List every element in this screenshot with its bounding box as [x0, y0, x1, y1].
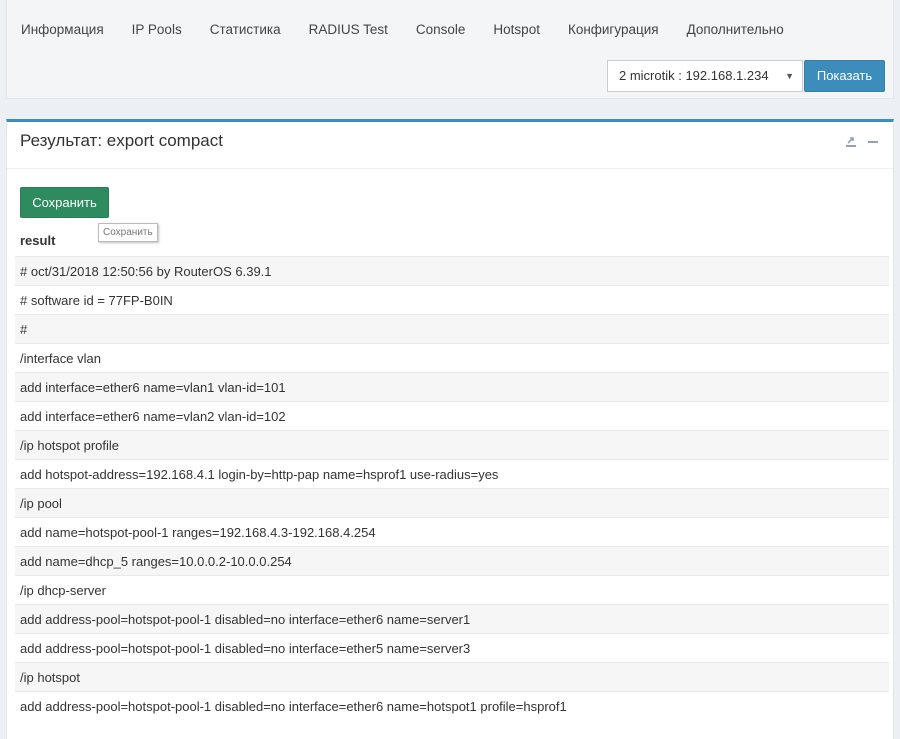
- table-row: add hotspot-address=192.168.4.1 login-by…: [15, 459, 889, 488]
- router-select-value: 2 microtik : 192.168.1.234: [619, 68, 769, 83]
- table-row: /ip hotspot profile: [15, 430, 889, 459]
- minus-icon[interactable]: [867, 136, 879, 148]
- tab-statistics[interactable]: Статистика: [196, 0, 295, 60]
- table-row: #: [15, 314, 889, 343]
- table-row: /ip dhcp-server: [15, 575, 889, 604]
- table-row: add interface=ether6 name=vlan1 vlan-id=…: [15, 372, 889, 401]
- table-row: add address-pool=hotspot-pool-1 disabled…: [15, 633, 889, 662]
- table-row: # oct/31/2018 12:50:56 by RouterOS 6.39.…: [15, 256, 889, 285]
- tab-hotspot[interactable]: Hotspot: [479, 0, 554, 60]
- table-row: add address-pool=hotspot-pool-1 disabled…: [15, 604, 889, 633]
- table-row: /interface vlan: [15, 343, 889, 372]
- save-button[interactable]: Сохранить: [20, 187, 109, 218]
- table-row: add name=hotspot-pool-1 ranges=192.168.4…: [15, 517, 889, 546]
- tab-info[interactable]: Информация: [7, 0, 118, 60]
- export-icon[interactable]: [845, 136, 857, 148]
- chevron-down-icon: ▼: [785, 71, 794, 81]
- panel-tools: [845, 136, 879, 148]
- router-select[interactable]: 2 microtik : 192.168.1.234 ▼: [607, 60, 803, 92]
- panel-header: Результат: export compact: [7, 122, 893, 169]
- tab-console[interactable]: Console: [402, 0, 480, 60]
- tab-additional[interactable]: Дополнительно: [673, 0, 798, 60]
- tab-configuration[interactable]: Конфигурация: [554, 0, 673, 60]
- table-row: add name=dhcp_5 ranges=10.0.0.2-10.0.0.2…: [15, 546, 889, 575]
- table-row: add interface=ether6 name=vlan2 vlan-id=…: [15, 401, 889, 430]
- panel-title: Результат: export compact: [20, 131, 223, 150]
- table-row: /ip pool: [15, 488, 889, 517]
- tab-radius-test[interactable]: RADIUS Test: [295, 0, 402, 60]
- top-toolbar: Информация IP Pools Статистика RADIUS Te…: [6, 0, 894, 99]
- table-row: /ip hotspot: [15, 662, 889, 691]
- nav-tabs: Информация IP Pools Статистика RADIUS Te…: [7, 0, 798, 60]
- show-button[interactable]: Показать: [804, 60, 885, 92]
- save-tooltip: Сохранить: [98, 223, 158, 242]
- result-column-header: result: [20, 233, 56, 248]
- result-table: # oct/31/2018 12:50:56 by RouterOS 6.39.…: [15, 256, 889, 720]
- table-row: # software id = 77FP-B0IN: [15, 285, 889, 314]
- result-panel: Результат: export compact Сохранить Сохр…: [6, 119, 894, 739]
- tab-ip-pools[interactable]: IP Pools: [118, 0, 196, 60]
